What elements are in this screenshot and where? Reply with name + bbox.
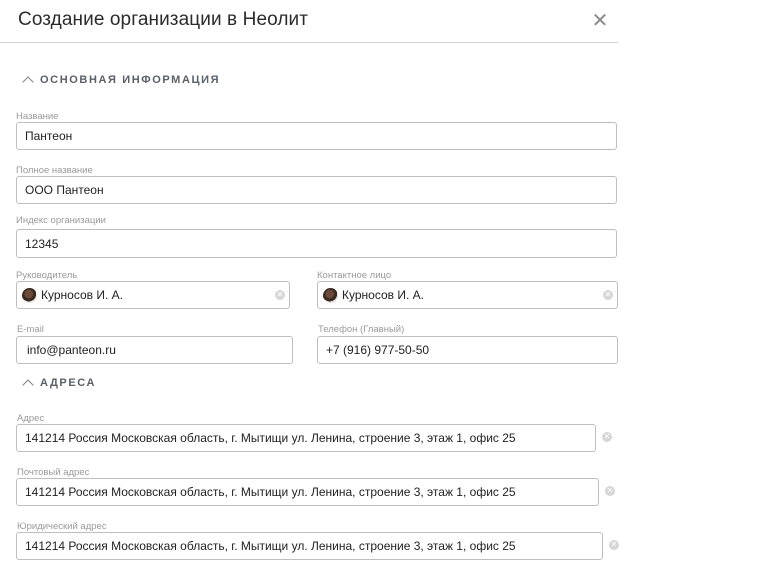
- address-value: 141214 Россия Московская область, г. Мыт…: [25, 431, 516, 445]
- user-avatar: [323, 287, 338, 303]
- section-addresses-toggle[interactable]: АДРЕСА: [22, 376, 97, 391]
- email-field[interactable]: info@panteon.ru: [16, 336, 293, 364]
- postal-address-label: Почтовый адрес: [17, 467, 90, 478]
- clear-icon[interactable]: ✕: [603, 290, 613, 300]
- section-basic-info-toggle[interactable]: ОСНОВНАЯ ИНФОРМАЦИЯ: [22, 73, 221, 88]
- user-avatar: [22, 287, 37, 303]
- full-name-field[interactable]: ООО Пантеон: [16, 176, 617, 204]
- name-label: Название: [16, 111, 59, 122]
- email-label: E-mail: [17, 324, 44, 335]
- header-divider: [0, 42, 618, 43]
- clear-icon[interactable]: ✕: [602, 432, 612, 442]
- dialog-title: Создание организации в Неолит: [18, 9, 309, 30]
- address-field[interactable]: 141214 Россия Московская область, г. Мыт…: [16, 424, 596, 452]
- chevron-up-icon: [22, 379, 34, 391]
- phone-label: Телефон (Главный): [318, 324, 405, 335]
- contact-value: Курносов И. А.: [342, 288, 424, 302]
- create-organization-dialog: Создание организации в Неолит ✕ ОСНОВНАЯ…: [0, 0, 619, 577]
- legal-address-field[interactable]: 141214 Россия Московская область, г. Мыт…: [16, 532, 603, 560]
- clear-icon[interactable]: ✕: [609, 540, 619, 550]
- close-icon[interactable]: ✕: [590, 10, 610, 32]
- full-name-label: Полное название: [16, 165, 93, 176]
- manager-select[interactable]: Курносов И. А. ✕: [16, 281, 290, 309]
- contact-label: Контактное лицо: [317, 270, 392, 281]
- phone-field[interactable]: +7 (916) 977-50-50: [317, 336, 618, 364]
- name-value: Пантеон: [25, 129, 73, 143]
- clear-icon[interactable]: ✕: [605, 486, 615, 496]
- postal-address-field[interactable]: 141214 Россия Московская область, г. Мыт…: [16, 478, 599, 506]
- index-field[interactable]: 12345: [16, 229, 617, 258]
- manager-value: Курносов И. А.: [41, 288, 123, 302]
- section-basic-info-label: ОСНОВНАЯ ИНФОРМАЦИЯ: [40, 73, 221, 86]
- legal-address-value: 141214 Россия Московская область, г. Мыт…: [25, 539, 516, 553]
- phone-value: +7 (916) 977-50-50: [326, 343, 430, 357]
- clear-icon[interactable]: ✕: [275, 290, 285, 300]
- name-field[interactable]: Пантеон: [16, 122, 617, 150]
- chevron-up-icon: [22, 76, 34, 88]
- email-value: info@panteon.ru: [27, 343, 116, 357]
- section-addresses-label: АДРЕСА: [40, 376, 97, 389]
- contact-select[interactable]: Курносов И. А. ✕: [317, 281, 618, 309]
- postal-address-value: 141214 Россия Московская область, г. Мыт…: [25, 485, 516, 499]
- full-name-value: ООО Пантеон: [25, 183, 104, 197]
- legal-address-label: Юридический адрес: [17, 521, 107, 532]
- manager-label: Руководитель: [16, 270, 78, 281]
- address-label: Адрес: [17, 413, 45, 424]
- index-value: 12345: [25, 236, 59, 251]
- index-label: Индекс организации: [16, 215, 106, 226]
